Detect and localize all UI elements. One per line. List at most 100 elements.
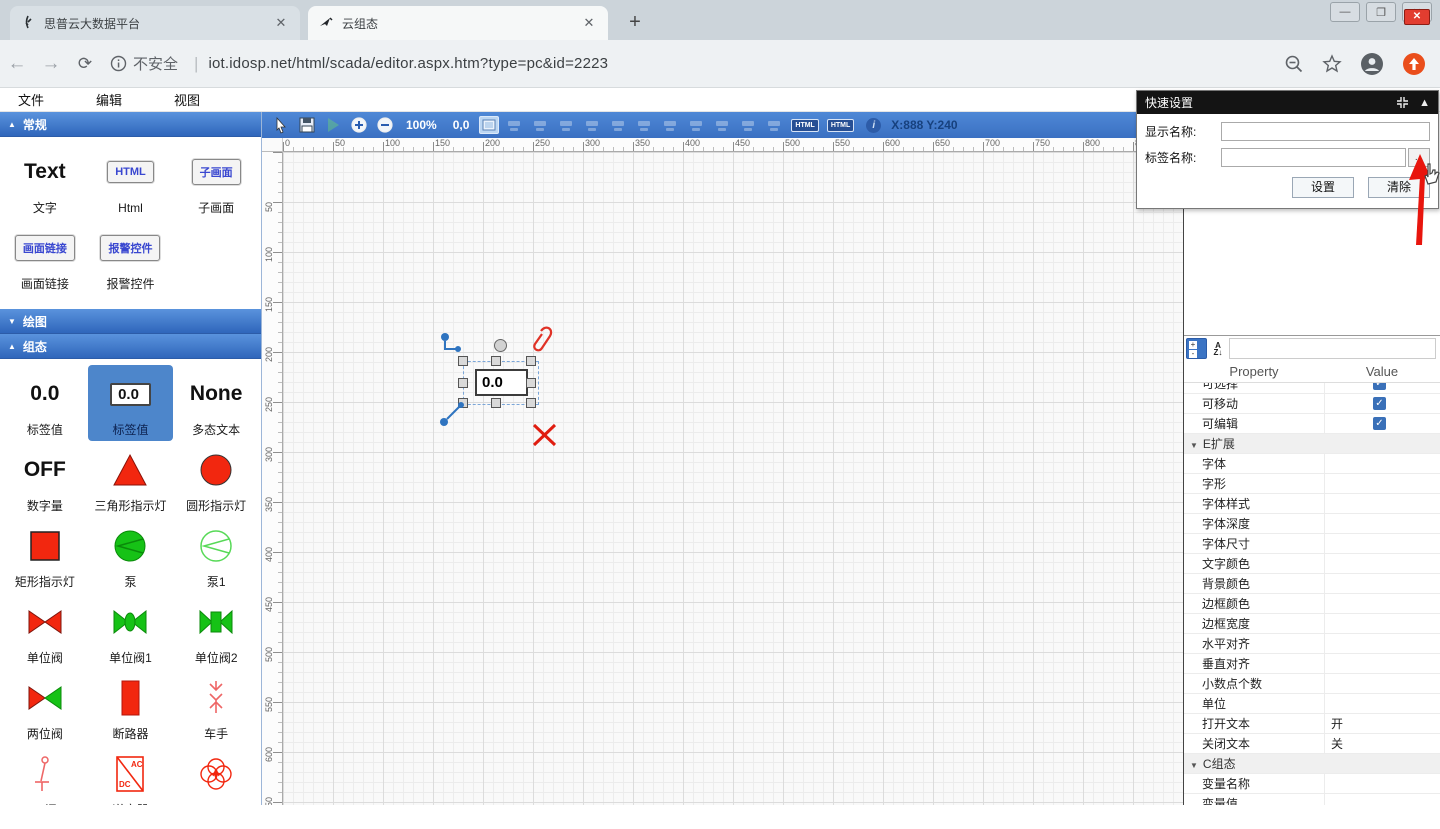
browser-tab-inactive[interactable]: 思普云大数据平台 ✕ — [10, 6, 300, 40]
align-top-icon[interactable] — [633, 115, 655, 135]
palette-item-单位阀[interactable]: 单位阀 — [2, 593, 88, 669]
menu-item-视图[interactable]: 视图 — [174, 90, 200, 109]
property-value[interactable] — [1324, 474, 1440, 493]
property-row-字形[interactable]: 字形 — [1184, 474, 1440, 494]
url-box[interactable]: 不安全 | iot.idosp.net/html/scada/editor.as… — [110, 53, 1270, 74]
property-value[interactable]: ✓ — [1324, 414, 1440, 433]
tag-name-input[interactable] — [1221, 148, 1406, 167]
menu-item-文件[interactable]: 文件 — [18, 90, 44, 109]
new-tab-button[interactable]: + — [622, 10, 648, 36]
browser-tab-active[interactable]: 云组态 ✕ — [308, 6, 608, 40]
palette-item-两位阀[interactable]: 两位阀 — [2, 669, 88, 745]
send-back-icon[interactable] — [529, 115, 551, 135]
palette-item-车手[interactable]: 车手 — [173, 669, 259, 745]
property-row-边框宽度[interactable]: 边框宽度 — [1184, 614, 1440, 634]
zoom-in-icon[interactable] — [348, 115, 370, 135]
palette-item-逆变器[interactable]: ACDC逆变器 — [88, 745, 174, 805]
cursor-icon[interactable] — [270, 115, 292, 135]
property-row-垂直对齐[interactable]: 垂直对齐 — [1184, 654, 1440, 674]
canvas-settings-icon[interactable] — [479, 116, 499, 134]
property-row-变量名称[interactable]: 变量名称 — [1184, 774, 1440, 794]
design-canvas[interactable]: 0.0 — [283, 152, 1183, 805]
palette-item-标签值[interactable]: 0.0标签值 — [88, 365, 174, 441]
run-icon[interactable] — [322, 115, 344, 135]
palette-item-Html[interactable]: HTMLHtml — [88, 143, 174, 219]
property-row-可移动[interactable]: 可移动✓ — [1184, 394, 1440, 414]
property-value[interactable] — [1324, 674, 1440, 693]
property-value[interactable] — [1324, 514, 1440, 533]
html-export-icon[interactable]: HTML — [827, 119, 854, 132]
collapse-icon[interactable]: ▲ — [1419, 97, 1430, 109]
property-value[interactable] — [1324, 454, 1440, 473]
property-value[interactable] — [1324, 634, 1440, 653]
categorized-view-icon[interactable] — [1186, 338, 1207, 359]
restore-button[interactable]: ❐ — [1366, 2, 1396, 22]
align-left-icon[interactable] — [555, 115, 577, 135]
palette-item-三角形指示灯[interactable]: 三角形指示灯 — [88, 441, 174, 517]
align-right-icon[interactable] — [607, 115, 629, 135]
info-icon[interactable]: i — [866, 118, 881, 133]
property-value[interactable] — [1324, 794, 1440, 805]
property-value[interactable] — [1324, 494, 1440, 513]
property-value[interactable] — [1324, 694, 1440, 713]
property-row-水平对齐[interactable]: 水平对齐 — [1184, 634, 1440, 654]
property-category-C组态[interactable]: ▼C组态 — [1184, 754, 1440, 774]
palette-section-scada[interactable]: ▲ 组态 — [0, 334, 261, 359]
property-row-边框颜色[interactable]: 边框颜色 — [1184, 594, 1440, 614]
property-row-字体深度[interactable]: 字体深度 — [1184, 514, 1440, 534]
palette-item-单位阀1[interactable]: 单位阀1 — [88, 593, 174, 669]
palette-item-单位阀2[interactable]: 单位阀2 — [173, 593, 259, 669]
palette-item-子画面[interactable]: 子画面子画面 — [173, 143, 259, 219]
property-row-背景颜色[interactable]: 背景颜色 — [1184, 574, 1440, 594]
property-row-关闭文本[interactable]: 关闭文本关 — [1184, 734, 1440, 754]
property-value[interactable] — [1324, 774, 1440, 793]
checkbox-checked-icon[interactable]: ✓ — [1373, 417, 1386, 430]
extension-up-icon[interactable] — [1402, 52, 1426, 76]
distribute-icon[interactable] — [763, 115, 785, 135]
palette-section-general[interactable]: ▲ 常规 — [0, 112, 261, 137]
quick-settings-header[interactable]: 快速设置 ▲ — [1137, 91, 1438, 114]
palette-item-标签值[interactable]: 0.0标签值 — [2, 365, 88, 441]
align-center-icon[interactable] — [581, 115, 603, 135]
property-value[interactable]: 关 — [1324, 734, 1440, 753]
reload-icon[interactable]: ⟳ — [68, 54, 102, 74]
menu-item-编辑[interactable]: 编辑 — [96, 90, 122, 109]
selected-widget-group[interactable]: 0.0 — [443, 337, 563, 427]
property-value[interactable] — [1324, 594, 1440, 613]
palette-item-泵1[interactable]: 泵1 — [173, 517, 259, 593]
palette-item-圆形指示灯[interactable]: 圆形指示灯 — [173, 441, 259, 517]
property-value[interactable]: ✓ — [1324, 383, 1440, 393]
property-filter-input[interactable] — [1229, 338, 1436, 359]
apply-button[interactable]: 设置 — [1292, 177, 1354, 198]
property-row-字体样式[interactable]: 字体样式 — [1184, 494, 1440, 514]
forward-icon[interactable]: → — [34, 53, 68, 75]
property-category-E扩展[interactable]: ▼E扩展 — [1184, 434, 1440, 454]
palette-item-报警控件[interactable]: 报警控件报警控件 — [88, 219, 174, 295]
property-row-打开文本[interactable]: 打开文本开 — [1184, 714, 1440, 734]
palette-item-数字量[interactable]: OFF数字量 — [2, 441, 88, 517]
palette-item-矩形指示灯[interactable]: 矩形指示灯 — [2, 517, 88, 593]
align-middle-icon[interactable] — [659, 115, 681, 135]
property-row-字体尺寸[interactable]: 字体尺寸 — [1184, 534, 1440, 554]
palette-item-多态文本[interactable]: None多态文本 — [173, 365, 259, 441]
property-row-文字颜色[interactable]: 文字颜色 — [1184, 554, 1440, 574]
property-row-可编辑[interactable]: 可编辑✓ — [1184, 414, 1440, 434]
property-value[interactable] — [1324, 574, 1440, 593]
save-icon[interactable] — [296, 115, 318, 135]
tab-close-icon[interactable]: ✕ — [272, 14, 290, 32]
property-value[interactable] — [1324, 534, 1440, 553]
palette-item-文字[interactable]: Text文字 — [2, 143, 88, 219]
property-row-单位[interactable]: 单位 — [1184, 694, 1440, 714]
zoom-out-icon[interactable] — [374, 115, 396, 135]
palette-item-断路器[interactable]: 断路器 — [88, 669, 174, 745]
palette-section-draw[interactable]: ▼ 绘图 — [0, 309, 261, 334]
property-value[interactable] — [1324, 654, 1440, 673]
property-row-变量值[interactable]: 变量值 — [1184, 794, 1440, 805]
display-name-input[interactable] — [1221, 122, 1430, 141]
profile-icon[interactable] — [1360, 52, 1384, 76]
palette-item-画面链接[interactable]: 画面链接画面链接 — [2, 219, 88, 295]
property-row-小数点个数[interactable]: 小数点个数 — [1184, 674, 1440, 694]
minimize-button[interactable]: — — [1330, 2, 1360, 22]
sort-az-icon[interactable]: AZ↓ — [1210, 342, 1226, 356]
zoom-out-icon[interactable] — [1284, 54, 1304, 74]
